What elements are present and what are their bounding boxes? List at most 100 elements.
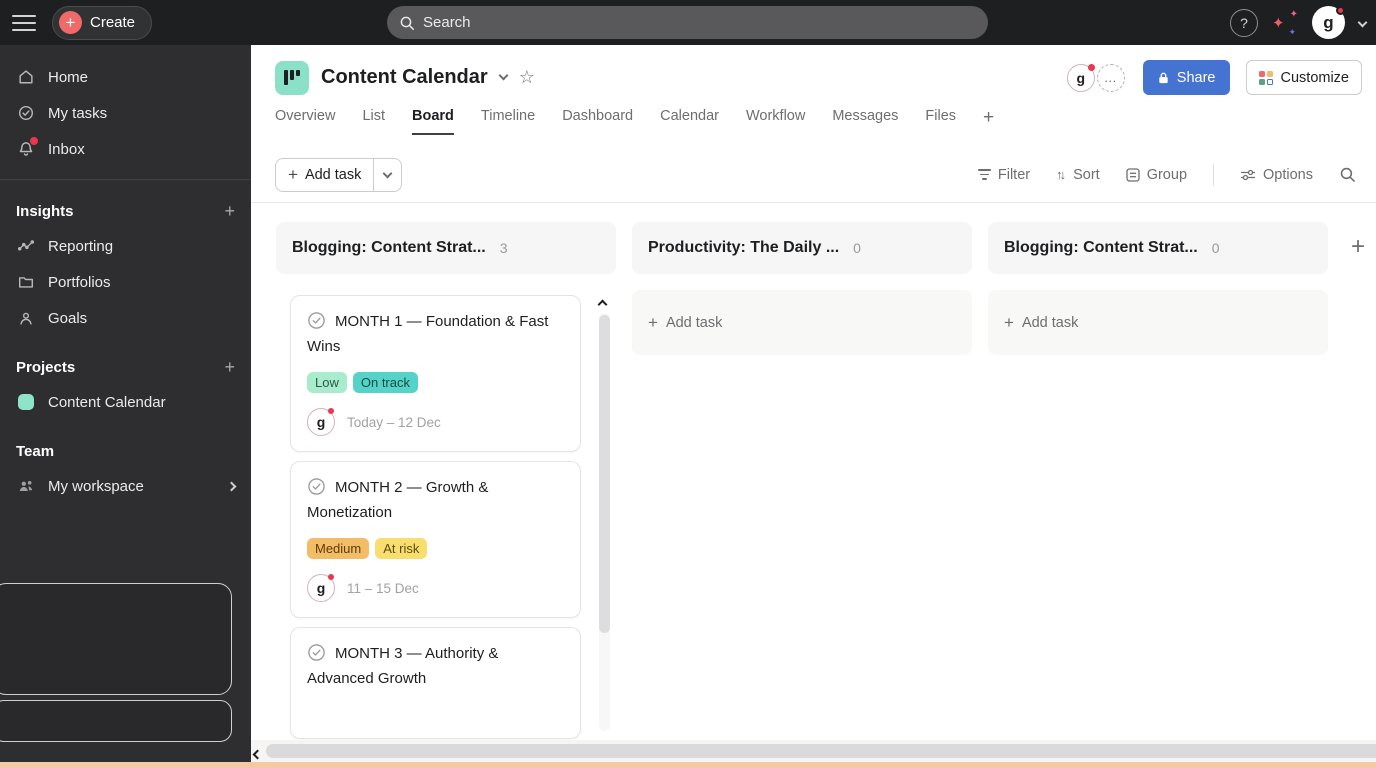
assignee-avatar[interactable]: g bbox=[307, 574, 335, 602]
notification-dot bbox=[328, 408, 334, 414]
tab-files[interactable]: Files bbox=[925, 108, 956, 133]
sidebar-item-label: Inbox bbox=[48, 140, 85, 158]
column-add-task-button[interactable]: + Add task bbox=[988, 290, 1328, 355]
board-horizontal-scrollbar[interactable] bbox=[251, 740, 1376, 763]
tab-calendar[interactable]: Calendar bbox=[660, 108, 719, 133]
sidebar-item-inbox[interactable]: Inbox bbox=[0, 131, 251, 167]
scroll-up-icon[interactable] bbox=[597, 295, 608, 313]
scrollbar-thumb[interactable] bbox=[599, 315, 610, 633]
sidebar-widget-footer-placeholder bbox=[0, 700, 232, 742]
column-task-count: 3 bbox=[499, 240, 508, 256]
tab-dashboard[interactable]: Dashboard bbox=[562, 108, 633, 133]
board-column-1: Blogging: Content Strat... 3 MONTH 1 — F… bbox=[276, 222, 616, 757]
plus-icon: + bbox=[648, 312, 658, 332]
add-task-caret[interactable] bbox=[373, 158, 401, 191]
invite-members-button[interactable]: … bbox=[1096, 63, 1125, 92]
task-check-icon[interactable] bbox=[307, 643, 326, 662]
avatar-initial: g bbox=[1323, 12, 1334, 32]
task-title: MONTH 3 — Authority & Advanced Growth bbox=[307, 643, 499, 687]
tab-timeline[interactable]: Timeline bbox=[481, 108, 535, 133]
board-column-3: Blogging: Content Strat... 0 + Add task bbox=[988, 222, 1328, 739]
sidebar-item-portfolios[interactable]: Portfolios bbox=[0, 264, 251, 300]
tab-overview[interactable]: Overview bbox=[275, 108, 335, 133]
task-card-month-3[interactable]: MONTH 3 — Authority & Advanced Growth bbox=[290, 627, 581, 739]
bottom-accent-strip bbox=[0, 762, 1376, 768]
user-avatar[interactable]: g bbox=[1312, 6, 1345, 39]
column-header[interactable]: Blogging: Content Strat... 3 bbox=[276, 222, 616, 274]
notification-dot bbox=[328, 574, 334, 580]
add-column-button[interactable]: + bbox=[1351, 233, 1365, 261]
status-badge[interactable]: On track bbox=[352, 372, 418, 393]
add-project-icon[interactable]: + bbox=[224, 357, 235, 378]
sidebar-item-my-tasks[interactable]: My tasks bbox=[0, 95, 251, 131]
sidebar-item-label: Home bbox=[48, 68, 89, 86]
search-icon bbox=[399, 15, 415, 31]
sidebar-item-content-calendar[interactable]: Content Calendar bbox=[0, 384, 251, 420]
menu-icon[interactable] bbox=[12, 14, 36, 31]
ai-sparkle-icon[interactable]: ✦ ✦ ✦ bbox=[1272, 8, 1298, 37]
customize-button-label: Customize bbox=[1280, 69, 1350, 86]
search-input[interactable]: Search bbox=[387, 6, 988, 39]
board-toolbar: + Add task Filter ↑↓ Sort Group Options bbox=[251, 141, 1376, 203]
create-button-label: Create bbox=[90, 14, 136, 31]
column-task-count: 0 bbox=[1211, 240, 1220, 256]
add-task-button[interactable]: + Add task bbox=[275, 157, 403, 192]
tab-board[interactable]: Board bbox=[412, 108, 454, 135]
sidebar-item-label: My tasks bbox=[48, 104, 108, 122]
sidebar-item-my-workspace[interactable]: My workspace bbox=[0, 468, 251, 504]
options-button[interactable]: Options bbox=[1240, 167, 1313, 183]
help-button[interactable]: ? bbox=[1230, 8, 1258, 37]
people-icon bbox=[16, 477, 36, 495]
tab-messages[interactable]: Messages bbox=[832, 108, 898, 133]
folder-icon bbox=[16, 273, 36, 291]
column-header[interactable]: Blogging: Content Strat... 0 bbox=[988, 222, 1328, 274]
sort-button[interactable]: ↑↓ Sort bbox=[1056, 167, 1100, 183]
member-avatar[interactable]: g bbox=[1066, 63, 1095, 92]
plus-icon: + bbox=[1004, 312, 1014, 332]
search-placeholder: Search bbox=[423, 14, 471, 31]
column-header[interactable]: Productivity: The Daily ... 0 bbox=[632, 222, 972, 274]
column-scrollbar[interactable] bbox=[596, 295, 612, 760]
avatar-initial: g bbox=[316, 414, 326, 430]
sidebar-section-projects[interactable]: Projects + bbox=[0, 350, 251, 384]
task-title: MONTH 2 — Growth & Monetization bbox=[307, 477, 489, 521]
create-button[interactable]: + Create bbox=[52, 5, 153, 40]
add-tab-icon[interactable]: + bbox=[983, 108, 994, 127]
priority-badge[interactable]: Medium bbox=[307, 538, 370, 559]
priority-badge[interactable]: Low bbox=[307, 372, 347, 393]
sidebar-item-goals[interactable]: Goals bbox=[0, 300, 251, 336]
tab-list[interactable]: List bbox=[362, 108, 385, 133]
bell-icon bbox=[16, 137, 38, 158]
status-badge[interactable]: At risk bbox=[375, 538, 428, 559]
favorite-star-icon[interactable]: ☆ bbox=[519, 67, 535, 88]
customize-button[interactable]: Customize bbox=[1245, 60, 1362, 95]
title-chevron-down-icon[interactable] bbox=[498, 70, 509, 81]
reporting-icon bbox=[16, 237, 36, 255]
sparkle-small: ✦ bbox=[1289, 8, 1298, 20]
task-check-icon[interactable] bbox=[307, 311, 326, 330]
tab-workflow[interactable]: Workflow bbox=[746, 108, 805, 133]
inbox-notification-dot bbox=[30, 137, 38, 145]
sidebar-item-reporting[interactable]: Reporting bbox=[0, 228, 251, 264]
customize-grid-icon bbox=[1258, 70, 1273, 85]
sidebar-item-label: Portfolios bbox=[48, 273, 111, 291]
sidebar-section-insights[interactable]: Insights + bbox=[0, 194, 251, 228]
task-check-icon[interactable] bbox=[307, 477, 326, 496]
scrollbar-thumb[interactable] bbox=[266, 744, 1376, 758]
column-add-task-button[interactable]: + Add task bbox=[632, 290, 972, 355]
board-search-button[interactable] bbox=[1339, 166, 1356, 183]
assignee-avatar[interactable]: g bbox=[307, 408, 335, 436]
share-button[interactable]: Share bbox=[1142, 60, 1230, 95]
scroll-left-icon[interactable] bbox=[252, 745, 263, 763]
task-card-month-1[interactable]: MONTH 1 — Foundation & Fast Wins Low On … bbox=[290, 295, 581, 452]
task-card-month-2[interactable]: MONTH 2 — Growth & Monetization Medium A… bbox=[290, 461, 581, 618]
sidebar-item-home[interactable]: Home bbox=[0, 59, 251, 95]
view-tabs: Overview List Board Timeline Dashboard C… bbox=[251, 100, 1376, 141]
chevron-down-icon[interactable] bbox=[1357, 17, 1368, 28]
add-insights-icon[interactable]: + bbox=[224, 201, 235, 222]
group-button[interactable]: Group bbox=[1126, 167, 1187, 183]
filter-button[interactable]: Filter bbox=[977, 167, 1030, 183]
goals-icon bbox=[16, 309, 36, 327]
notification-dot bbox=[1336, 6, 1345, 15]
sidebar-widget-placeholder bbox=[0, 583, 232, 695]
